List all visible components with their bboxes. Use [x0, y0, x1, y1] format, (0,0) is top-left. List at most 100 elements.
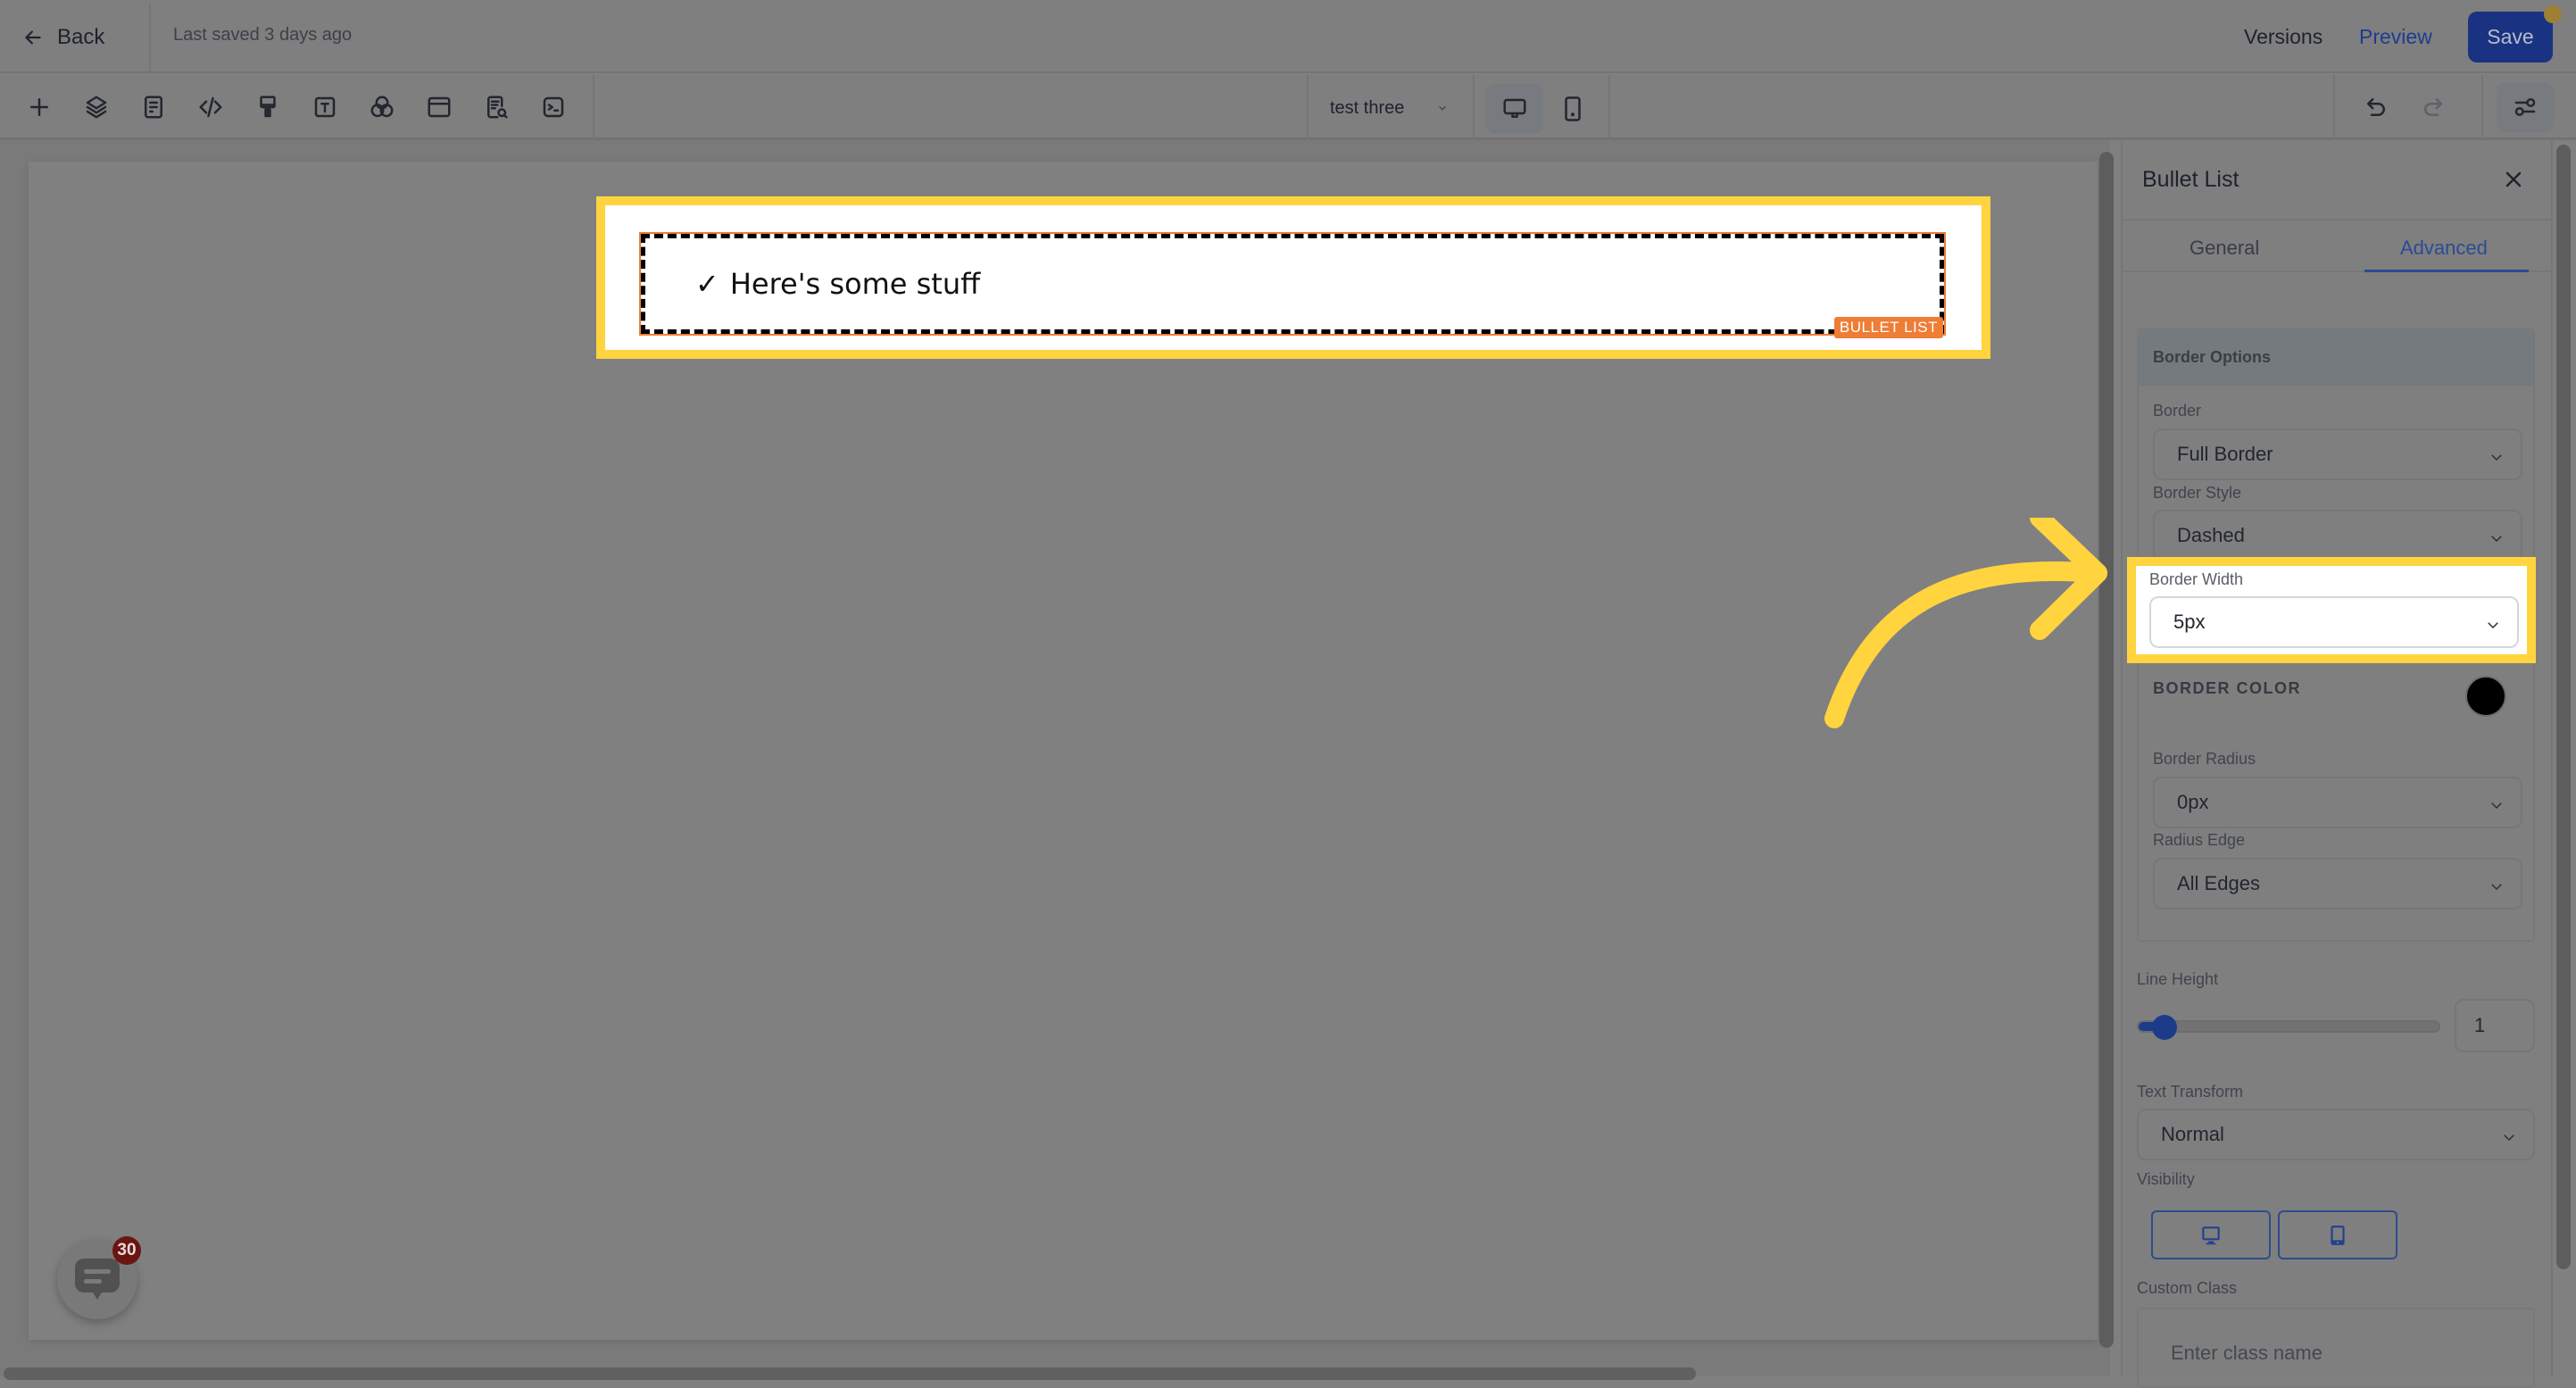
highlight-inner: ✓ Here's some stuff BULLET LIST: [605, 205, 1982, 350]
bullet-list-item[interactable]: ✓ Here's some stuff: [695, 267, 980, 301]
line-height-input[interactable]: 1: [2455, 999, 2535, 1052]
radius-edge-label: Radius Edge: [2153, 831, 2246, 849]
arrow-left-icon: [25, 30, 41, 45]
desktop-monitor-icon: [1503, 98, 1526, 118]
color-circles-icon: [370, 96, 394, 118]
highlight-box: Border Width 5px: [2127, 557, 2536, 663]
custom-class-label: Custom Class: [2137, 1279, 2238, 1297]
bullet-list-element[interactable]: ✓ Here's some stuff BULLET LIST: [639, 232, 1946, 338]
custom-code-button[interactable]: [191, 87, 230, 127]
chevron-down-icon: [2501, 1127, 2517, 1143]
curved-arrow-icon: [1824, 518, 2107, 728]
visibility-label: Visibility: [2137, 1170, 2195, 1188]
back-label: Back: [57, 25, 105, 49]
close-icon: [2505, 171, 2522, 187]
chevron-down-icon: [1439, 105, 1447, 111]
sliders-icon: [2514, 98, 2536, 116]
section-header[interactable]: Border Options: [2139, 330, 2533, 386]
settings-toggle-button[interactable]: [2497, 82, 2554, 132]
page-selector-value: test three: [1330, 97, 1405, 118]
layout-button[interactable]: [420, 87, 459, 127]
properties-panel: Bullet List General Advanced Border Opti…: [2121, 140, 2553, 1388]
divider: [2551, 140, 2553, 1376]
chevron-down-icon: [2489, 447, 2505, 463]
line-height-slider[interactable]: [2137, 1020, 2440, 1033]
mobile-phone-icon: [1565, 96, 1581, 121]
border-label: Border: [2153, 402, 2202, 420]
section-title: Border Options: [2153, 348, 2272, 366]
notification-badge: 30: [112, 1236, 141, 1265]
mobile-view-button[interactable]: [1548, 84, 1598, 134]
chevron-down-icon: [2485, 615, 2501, 631]
pages-button[interactable]: [134, 87, 173, 127]
typography-button[interactable]: [305, 87, 345, 127]
unsaved-indicator-dot: [2544, 5, 2562, 23]
document-icon: [145, 96, 162, 119]
undo-icon: [2367, 98, 2385, 116]
bullet-item-text: Here's some stuff: [729, 267, 981, 301]
add-element-button[interactable]: [20, 87, 59, 127]
undo-button[interactable]: [2356, 87, 2396, 127]
visibility-mobile-toggle[interactable]: [2278, 1210, 2397, 1259]
code-icon: [199, 96, 222, 118]
highlight-box: ✓ Here's some stuff BULLET LIST: [596, 196, 1990, 359]
chevron-down-icon: [2489, 795, 2505, 811]
chevron-down-icon: [2489, 528, 2505, 544]
border-width-select-value: 5px: [2173, 611, 2206, 633]
save-button[interactable]: Save: [2468, 12, 2553, 62]
paintbrush-icon: [260, 96, 276, 118]
border-color-label: BORDER COLOR: [2153, 679, 2301, 697]
page-selector-dropdown[interactable]: test three: [1330, 93, 1449, 123]
text-transform-label: Text Transform: [2137, 1083, 2244, 1101]
editor-toolbar: test three: [0, 75, 2576, 140]
desktop-view-button[interactable]: [1486, 84, 1543, 134]
divider: [593, 75, 594, 140]
border-color-swatch[interactable]: [2465, 676, 2506, 717]
last-saved-status: Last saved 3 days ago: [173, 25, 353, 45]
back-button[interactable]: Back: [21, 20, 104, 55]
radius-edge-select-value: All Edges: [2177, 872, 2260, 894]
chat-bubble-icon: [75, 1259, 120, 1300]
text-transform-select[interactable]: Normal: [2137, 1109, 2535, 1160]
tab-general[interactable]: General: [2190, 237, 2259, 260]
seo-button[interactable]: [477, 87, 516, 127]
divider: [1307, 75, 1309, 140]
document-search-icon: [487, 96, 508, 119]
border-style-select[interactable]: Dashed: [2153, 510, 2522, 561]
colors-button[interactable]: [362, 87, 402, 127]
element-type-tag: BULLET LIST: [1833, 317, 1943, 338]
chevron-down-icon: [2489, 877, 2505, 893]
preview-button[interactable]: Preview: [2359, 25, 2432, 49]
versions-button[interactable]: Versions: [2244, 25, 2323, 49]
border-style-label: Border Style: [2153, 484, 2242, 502]
radius-edge-select[interactable]: All Edges: [2153, 858, 2522, 910]
plus-icon: [30, 98, 48, 116]
border-radius-select[interactable]: 0px: [2153, 777, 2522, 828]
divider: [149, 4, 151, 71]
mobile-phone-icon: [2331, 1225, 2345, 1245]
border-width-select[interactable]: 5px: [2149, 596, 2519, 648]
styles-button[interactable]: [248, 87, 287, 127]
tab-advanced[interactable]: Advanced: [2400, 237, 2488, 260]
text-box-icon: [314, 96, 336, 118]
visibility-desktop-toggle[interactable]: [2151, 1210, 2271, 1259]
tracking-code-button[interactable]: [534, 87, 573, 127]
divider: [2481, 75, 2483, 140]
layers-icon: [86, 96, 107, 119]
canvas-vertical-scrollbar[interactable]: [2099, 152, 2114, 1348]
canvas-horizontal-scrollbar[interactable]: [4, 1367, 1696, 1380]
close-panel-button[interactable]: [2497, 163, 2530, 195]
text-transform-select-value: Normal: [2161, 1123, 2224, 1145]
redo-button[interactable]: [2414, 87, 2453, 127]
panel-vertical-scrollbar[interactable]: [2556, 145, 2571, 1269]
border-style-select-value: Dashed: [2177, 524, 2245, 546]
layers-button[interactable]: [77, 87, 116, 127]
desktop-monitor-icon: [2202, 1226, 2220, 1244]
browser-window-icon: [428, 96, 451, 118]
border-select[interactable]: Full Border: [2153, 428, 2522, 480]
line-height-slider-thumb[interactable]: [2152, 1015, 2177, 1040]
divider: [1608, 75, 1610, 140]
border-radius-label: Border Radius: [2153, 750, 2256, 768]
highlight-inner: Border Width 5px: [2136, 566, 2527, 654]
border-select-value: Full Border: [2177, 443, 2273, 465]
